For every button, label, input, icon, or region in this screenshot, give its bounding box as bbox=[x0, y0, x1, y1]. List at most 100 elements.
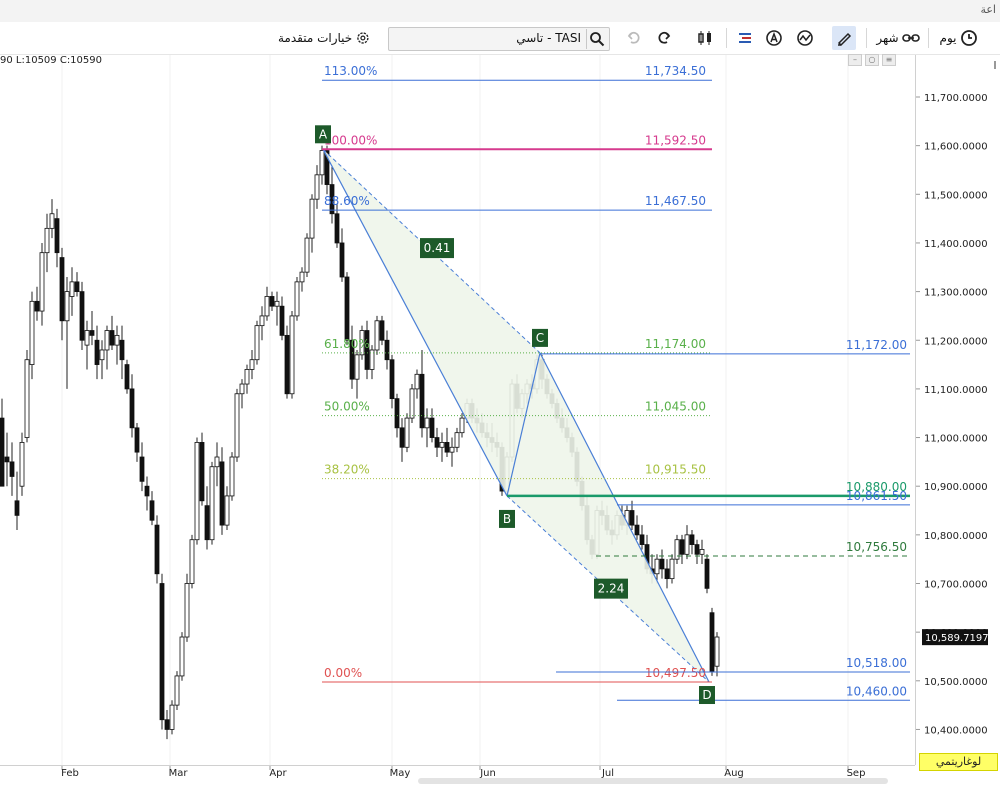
advanced-options-button[interactable]: خيارات متقدمة bbox=[278, 26, 370, 50]
price-tick-label: 11,300.0000 bbox=[924, 288, 988, 299]
candle-body bbox=[414, 373, 420, 390]
candle-body bbox=[394, 398, 400, 429]
pattern-point-label: B bbox=[503, 512, 511, 526]
candle-body bbox=[124, 364, 130, 390]
fib-level-price: 10,497.50 bbox=[645, 666, 706, 680]
candle-body bbox=[424, 417, 430, 429]
candle-body bbox=[689, 534, 695, 545]
candle-body bbox=[339, 242, 345, 278]
candle-body bbox=[4, 456, 10, 463]
candle-body bbox=[699, 549, 705, 555]
candle-body bbox=[714, 636, 720, 667]
symbol-search-input[interactable] bbox=[393, 29, 583, 47]
candle-body bbox=[199, 442, 205, 502]
candle-body bbox=[289, 315, 295, 395]
candle-body bbox=[354, 354, 360, 380]
candle-body bbox=[39, 252, 45, 312]
candle-body bbox=[144, 485, 150, 497]
interval-month-label: شهر bbox=[876, 31, 899, 45]
fib-level-price: 11,592.50 bbox=[645, 133, 706, 147]
annotations-button[interactable] bbox=[762, 26, 786, 50]
fib-level-price: 10,915.50 bbox=[645, 463, 706, 477]
candle-body bbox=[709, 612, 715, 672]
symbol-search[interactable] bbox=[388, 27, 610, 51]
search-icon[interactable] bbox=[586, 29, 607, 49]
price-tick-label: 11,000.0000 bbox=[924, 434, 988, 445]
pane-minimize-icon[interactable]: – bbox=[848, 54, 862, 66]
level-price-label: 11,172.00 bbox=[846, 338, 907, 352]
pattern-ratio-label: 0.41 bbox=[424, 241, 451, 255]
fib-level-percent: 38.20% bbox=[324, 463, 370, 477]
candle-body bbox=[84, 330, 90, 346]
toolbar-separator bbox=[866, 28, 867, 48]
candle-body bbox=[29, 300, 35, 365]
level-price-label: 10,460.00 bbox=[846, 684, 907, 698]
candle-body bbox=[229, 456, 235, 497]
level-price-label: 10,756.50 bbox=[846, 540, 907, 554]
candle-body bbox=[149, 500, 155, 521]
candle-body bbox=[109, 330, 115, 346]
time-tick-label: Mar bbox=[169, 768, 189, 779]
log-scale-toggle[interactable]: لوغاريتمي bbox=[919, 753, 998, 771]
candle-body bbox=[59, 257, 65, 322]
candle-body bbox=[189, 539, 195, 584]
candle-body bbox=[184, 583, 190, 638]
candle-body bbox=[259, 315, 265, 327]
candle-body bbox=[249, 359, 255, 370]
time-scrollbar[interactable] bbox=[418, 778, 888, 784]
layers-button[interactable] bbox=[733, 26, 757, 50]
fib-level-price: 11,734.50 bbox=[645, 64, 706, 78]
redo-button[interactable] bbox=[652, 26, 676, 50]
interval-day-button[interactable]: يوم bbox=[934, 26, 984, 50]
fib-level-percent: 61.80% bbox=[324, 337, 370, 351]
ohlc-readout: 90 L:10509 C:10590 bbox=[0, 55, 102, 66]
candle-body bbox=[0, 417, 5, 487]
candle-body bbox=[9, 461, 15, 477]
candle-body bbox=[19, 442, 25, 487]
candle-body bbox=[274, 300, 280, 307]
pane-grip-icon[interactable]: ≡ bbox=[882, 54, 896, 66]
fib-level-price: 11,467.50 bbox=[645, 194, 706, 208]
fib-level-price: 11,045.00 bbox=[645, 400, 706, 414]
time-tick-label: Feb bbox=[61, 768, 79, 779]
candle-body bbox=[69, 281, 75, 297]
price-axis[interactable]: 11,700.0000 11,600.0000 11,500.0000 11,400.… bbox=[915, 55, 1000, 765]
pattern-point-label: C bbox=[536, 331, 544, 345]
indicators-button[interactable] bbox=[793, 26, 817, 50]
candle-body bbox=[634, 524, 640, 536]
candle-body bbox=[279, 305, 285, 336]
price-tick-label: 11,600.0000 bbox=[924, 142, 988, 153]
candle-body bbox=[269, 296, 275, 307]
price-tick-label: 10,700.0000 bbox=[924, 580, 988, 591]
toolbar-separator bbox=[928, 28, 929, 48]
level-price-label: 10,861.50 bbox=[846, 489, 907, 503]
candle-body bbox=[319, 150, 325, 176]
compare-button[interactable] bbox=[693, 26, 717, 50]
price-tick-label: 11,500.0000 bbox=[924, 190, 988, 201]
drawing-tools-button[interactable] bbox=[832, 26, 856, 50]
price-tick-label: 10,800.0000 bbox=[924, 531, 988, 542]
fib-level-percent: 0.00% bbox=[324, 666, 362, 680]
candle-body bbox=[239, 383, 245, 395]
candle-body bbox=[54, 218, 60, 254]
candle-body bbox=[179, 636, 185, 677]
candle-body bbox=[49, 213, 55, 229]
candle-body bbox=[194, 442, 200, 541]
undo-button[interactable] bbox=[622, 26, 646, 50]
redo-icon bbox=[658, 31, 671, 44]
candle-body bbox=[449, 446, 455, 453]
candle-body bbox=[344, 276, 350, 341]
candle-body bbox=[14, 500, 20, 516]
chart-area[interactable]: 113.00% 11,734.50 100.00% 11,592.50 88.60% 11… bbox=[0, 55, 915, 765]
candle-body bbox=[679, 539, 685, 555]
interval-month-button[interactable]: شهر bbox=[873, 26, 923, 50]
undo-icon bbox=[627, 31, 640, 44]
candle-body bbox=[434, 437, 440, 448]
candle-body bbox=[264, 296, 270, 317]
price-chart-canvas[interactable]: 113.00% 11,734.50 100.00% 11,592.50 88.60% 11… bbox=[0, 55, 915, 765]
candle-body bbox=[139, 456, 145, 482]
candle-body bbox=[219, 461, 225, 526]
pane-settings-icon[interactable]: ○ bbox=[865, 54, 879, 66]
price-tick-label: 11,200.0000 bbox=[924, 336, 988, 347]
candle-body bbox=[704, 558, 710, 589]
